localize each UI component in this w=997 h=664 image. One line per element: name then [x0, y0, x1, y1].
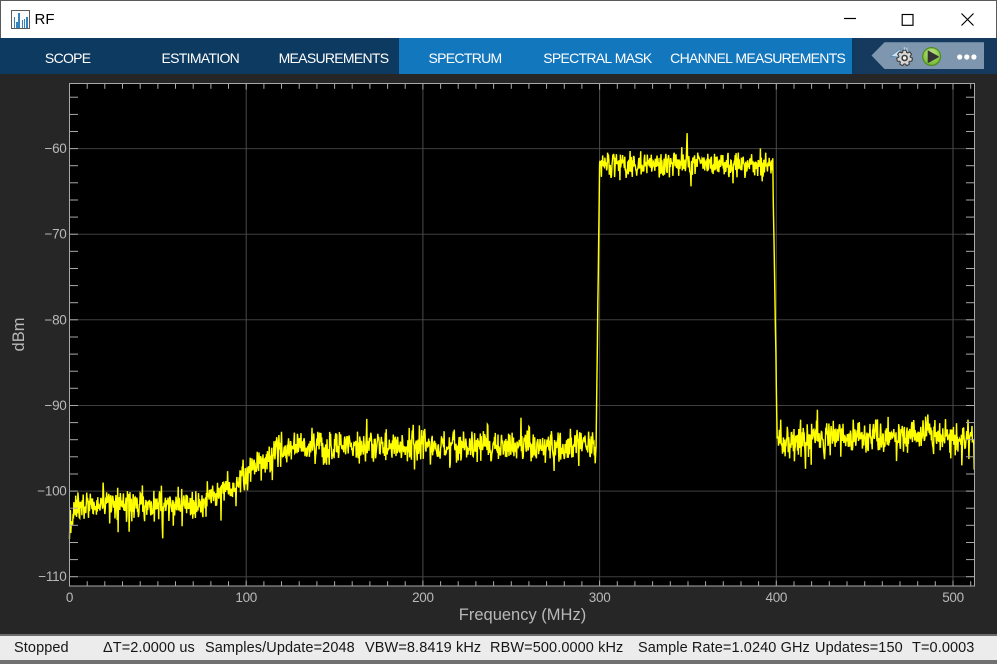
- svg-text:500: 500: [942, 590, 964, 605]
- svg-text:−90: −90: [45, 398, 67, 413]
- svg-text:200: 200: [412, 590, 434, 605]
- svg-text:−70: −70: [45, 227, 67, 242]
- svg-text:300: 300: [589, 590, 611, 605]
- svg-text:100: 100: [235, 590, 257, 605]
- svg-text:400: 400: [765, 590, 787, 605]
- svg-text:Frequency (MHz): Frequency (MHz): [459, 606, 586, 624]
- svg-text:0: 0: [66, 590, 73, 605]
- svg-text:−110: −110: [38, 569, 66, 584]
- svg-text:−60: −60: [45, 141, 67, 156]
- svg-text:−80: −80: [45, 312, 67, 327]
- svg-text:−100: −100: [37, 484, 66, 499]
- svg-text:dBm: dBm: [10, 318, 28, 352]
